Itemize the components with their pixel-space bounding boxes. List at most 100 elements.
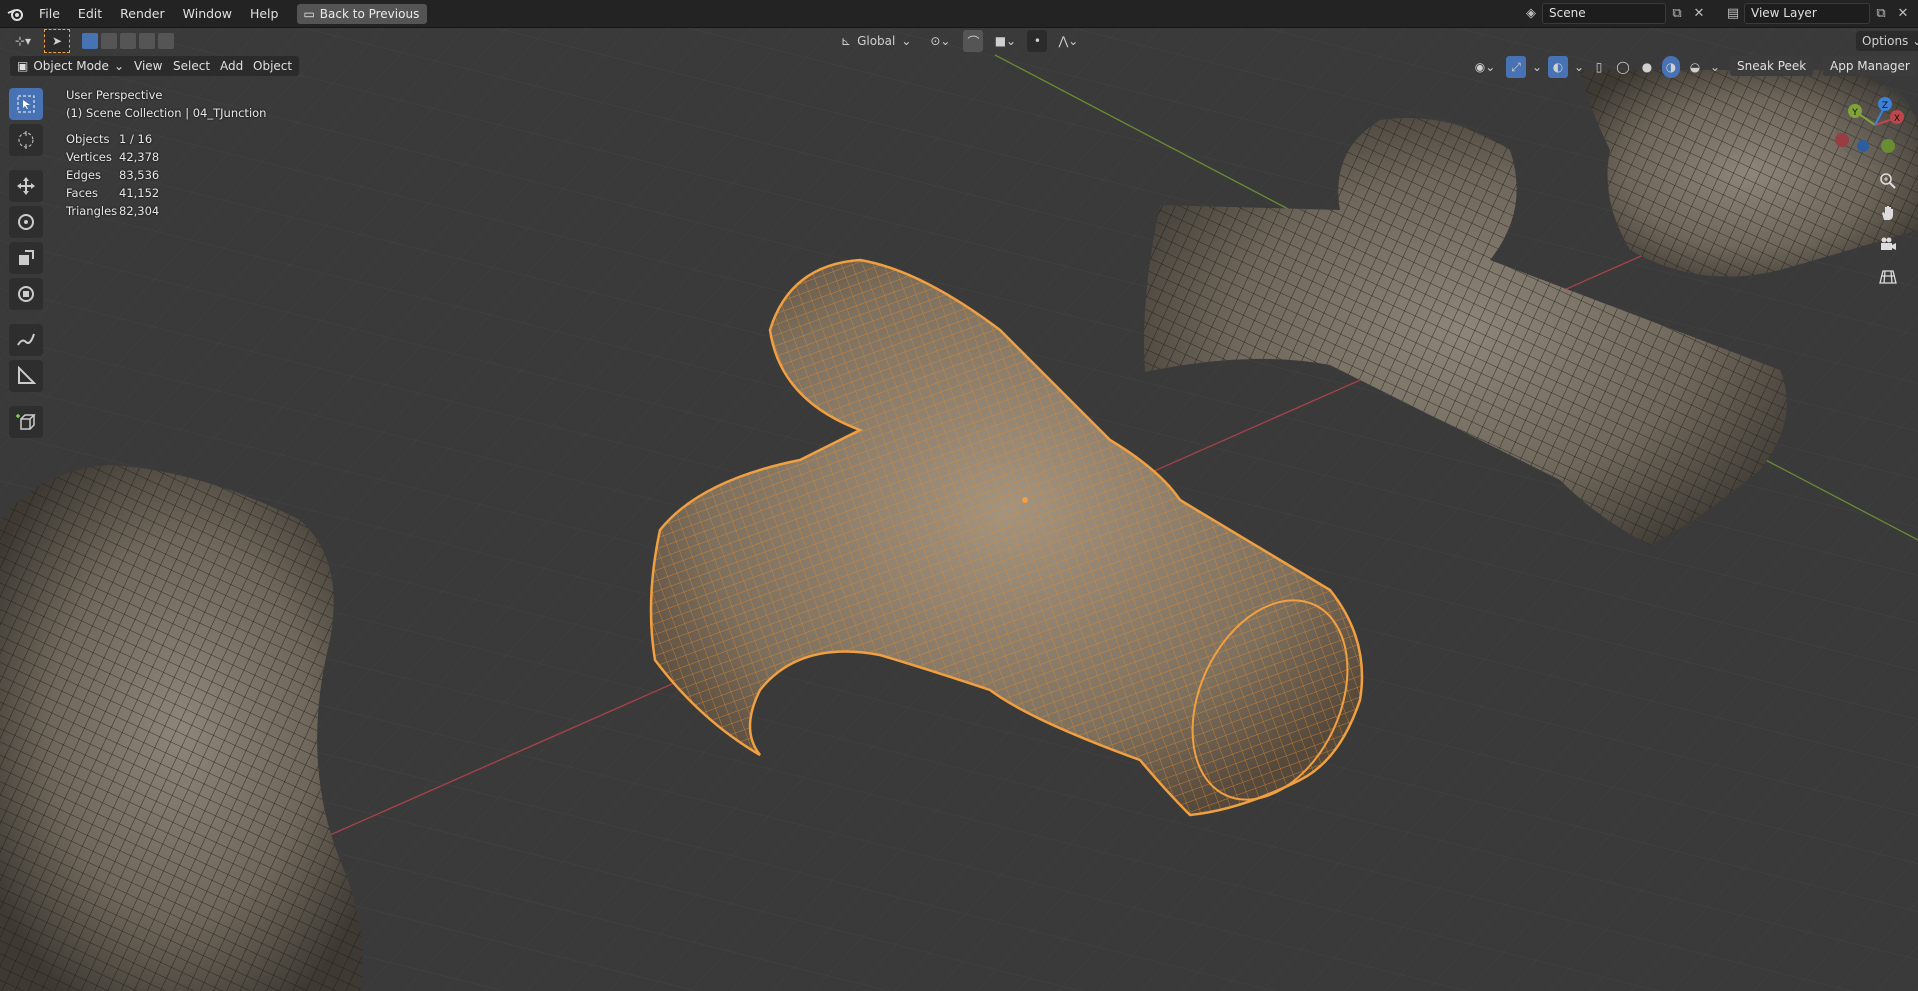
menu-edit[interactable]: Edit bbox=[69, 0, 111, 27]
menu-file[interactable]: File bbox=[30, 0, 69, 27]
back-to-previous-label: Back to Previous bbox=[319, 6, 420, 21]
transform-orientation-dropdown[interactable]: ⊾ Global ⌄ bbox=[835, 30, 917, 52]
wireframe-shading-icon[interactable]: ◯ bbox=[1614, 56, 1632, 78]
stat-value: 82,304 bbox=[119, 204, 160, 218]
stat-label: Objects bbox=[66, 132, 110, 146]
stat-label: Vertices bbox=[66, 150, 112, 164]
left-tube-mesh[interactable] bbox=[0, 465, 363, 991]
pan-hand-icon[interactable] bbox=[1875, 200, 1901, 226]
stat-row-edges: Edges 83,536 bbox=[66, 166, 266, 184]
zoom-icon[interactable] bbox=[1875, 168, 1901, 194]
view-layer-icon[interactable]: ▤ bbox=[1722, 3, 1744, 24]
stat-label: Edges bbox=[66, 168, 101, 182]
select-box-tool-icon[interactable] bbox=[9, 88, 43, 120]
viewport-stats-overlay: User Perspective (1) Scene Collection | … bbox=[66, 86, 266, 220]
app-manager-button[interactable]: App Manager bbox=[1823, 56, 1917, 76]
falloff-icon[interactable]: ⋀⌄ bbox=[1055, 30, 1081, 52]
visibility-icon[interactable]: ◉⌄ bbox=[1470, 56, 1500, 78]
snap-target-icon[interactable]: ■⌄ bbox=[991, 30, 1019, 52]
blender-logo-icon[interactable] bbox=[0, 0, 30, 27]
transform-controls: ⊾ Global ⌄ ⊙⌄ ⌒ ■⌄ • ⋀⌄ bbox=[835, 30, 1081, 52]
view-menu[interactable]: View bbox=[127, 56, 170, 76]
scene-copy-icon[interactable]: ⧉ bbox=[1666, 3, 1688, 24]
options-label: Options bbox=[1862, 34, 1909, 48]
proportional-edit-icon[interactable]: • bbox=[1027, 30, 1048, 52]
viewport-3d[interactable]: X Y Z bbox=[0, 0, 1918, 991]
pivot-icon[interactable]: ⊙⌄ bbox=[925, 30, 955, 52]
perspective-label: User Perspective bbox=[66, 88, 163, 102]
viewport-shading-controls: ◉⌄ ⤢ ⌄ ◐ ⌄ ▯ ◯ ● ◑ ◒ ⌄ bbox=[1470, 56, 1720, 78]
chevron-down-icon[interactable]: ⌄ bbox=[1574, 56, 1584, 78]
scene-selector: ◈ Scene ⧉ ✕ bbox=[1520, 3, 1710, 24]
annotate-tool-icon[interactable] bbox=[9, 324, 43, 356]
chevron-down-icon[interactable]: ⌄ bbox=[1710, 56, 1720, 78]
object-menu[interactable]: Object bbox=[246, 56, 300, 76]
scene-field[interactable]: Scene bbox=[1542, 3, 1666, 24]
menu-window[interactable]: Window bbox=[174, 0, 241, 27]
chevron-down-icon[interactable]: ⌄ bbox=[1532, 56, 1542, 78]
gizmo-y-label: Y bbox=[1851, 108, 1858, 118]
back-to-previous-button[interactable]: ▭ Back to Previous bbox=[297, 3, 428, 24]
scene-icon[interactable]: ◈ bbox=[1520, 3, 1542, 24]
monitor-icon: ▭ bbox=[303, 6, 315, 21]
orientation-icon: ⊾ bbox=[841, 34, 852, 48]
select-tool-icon[interactable]: ➤ bbox=[44, 29, 70, 53]
gizmo-x-label: X bbox=[1894, 114, 1900, 124]
stat-label: Triangles bbox=[66, 204, 118, 218]
editor-type-icon[interactable]: ⊹▾ bbox=[8, 30, 38, 52]
add-menu[interactable]: Add bbox=[213, 56, 251, 76]
stat-row-vertices: Vertices 42,378 bbox=[66, 148, 266, 166]
select-new-icon[interactable] bbox=[82, 33, 98, 49]
stat-row-triangles: Triangles 82,304 bbox=[66, 202, 266, 220]
object-mode-dropdown[interactable]: ▣ Object Mode ⌄ bbox=[10, 56, 131, 76]
chevron-down-icon: ⌄ bbox=[901, 34, 912, 48]
rotate-tool-icon[interactable] bbox=[9, 206, 43, 238]
scene-close-icon[interactable]: ✕ bbox=[1688, 3, 1710, 24]
select-subtract-icon[interactable] bbox=[120, 33, 136, 49]
view-layer-field[interactable]: View Layer bbox=[1744, 3, 1870, 24]
transform-tool-icon[interactable] bbox=[9, 278, 43, 310]
view-layer-copy-icon[interactable]: ⧉ bbox=[1870, 3, 1892, 24]
menu-render[interactable]: Render bbox=[111, 0, 174, 27]
chevron-down-icon: ⌄ bbox=[113, 59, 124, 73]
measure-tool-icon[interactable] bbox=[9, 360, 43, 392]
solid-shading-icon[interactable]: ● bbox=[1638, 56, 1656, 78]
view-layer-close-icon[interactable]: ✕ bbox=[1892, 3, 1914, 24]
select-menu[interactable]: Select bbox=[166, 56, 218, 76]
select-invert-icon[interactable] bbox=[139, 33, 155, 49]
select-extend-icon[interactable] bbox=[101, 33, 117, 49]
view-layer-selector: ▤ View Layer ⧉ ✕ bbox=[1722, 3, 1914, 24]
perspective-grid-icon[interactable] bbox=[1875, 264, 1901, 290]
stat-value: 42,378 bbox=[119, 150, 160, 164]
stat-value: 1 / 16 bbox=[119, 132, 153, 146]
stat-value: 41,152 bbox=[119, 186, 160, 200]
overlay-toggle-icon[interactable]: ◐ bbox=[1548, 56, 1568, 78]
stat-label: Faces bbox=[66, 186, 98, 200]
chevron-down-icon: ⌄ bbox=[1912, 34, 1918, 48]
options-dropdown[interactable]: Options ⌄ bbox=[1856, 31, 1918, 51]
xray-icon[interactable]: ▯ bbox=[1590, 56, 1608, 78]
viewport-header: ▣ Object Mode ⌄ View Select Add Object ◉… bbox=[0, 54, 1918, 78]
navigation-gizmo[interactable]: X Y Z bbox=[1835, 85, 1915, 165]
selection-mode-icons[interactable] bbox=[80, 30, 176, 52]
object-mode-icon: ▣ bbox=[17, 59, 29, 73]
select-intersect-icon[interactable] bbox=[158, 33, 174, 49]
snap-icon[interactable]: ⌒ bbox=[963, 30, 984, 52]
rendered-shading-icon[interactable]: ◒ bbox=[1686, 56, 1704, 78]
collection-label: (1) Scene Collection | 04_TJunction bbox=[66, 106, 267, 120]
add-cube-tool-icon[interactable] bbox=[9, 406, 43, 438]
toolbar-left bbox=[8, 88, 44, 442]
gizmo-z-label: Z bbox=[1882, 101, 1888, 111]
stat-value: 83,536 bbox=[119, 168, 160, 182]
move-tool-icon[interactable] bbox=[9, 170, 43, 202]
camera-icon[interactable] bbox=[1875, 232, 1901, 258]
sneak-peek-button[interactable]: Sneak Peek bbox=[1730, 56, 1814, 76]
transform-orientation-label: Global bbox=[857, 34, 896, 48]
gizmo-toggle-icon[interactable]: ⤢ bbox=[1506, 56, 1526, 78]
cursor-tool-icon[interactable] bbox=[9, 124, 43, 156]
material-shading-icon[interactable]: ◑ bbox=[1662, 56, 1680, 78]
menu-help[interactable]: Help bbox=[241, 0, 288, 27]
top-menu-bar: File Edit Render Window Help ▭ Back to P… bbox=[0, 0, 1918, 28]
stat-row-faces: Faces 41,152 bbox=[66, 184, 266, 202]
scale-tool-icon[interactable] bbox=[9, 242, 43, 274]
